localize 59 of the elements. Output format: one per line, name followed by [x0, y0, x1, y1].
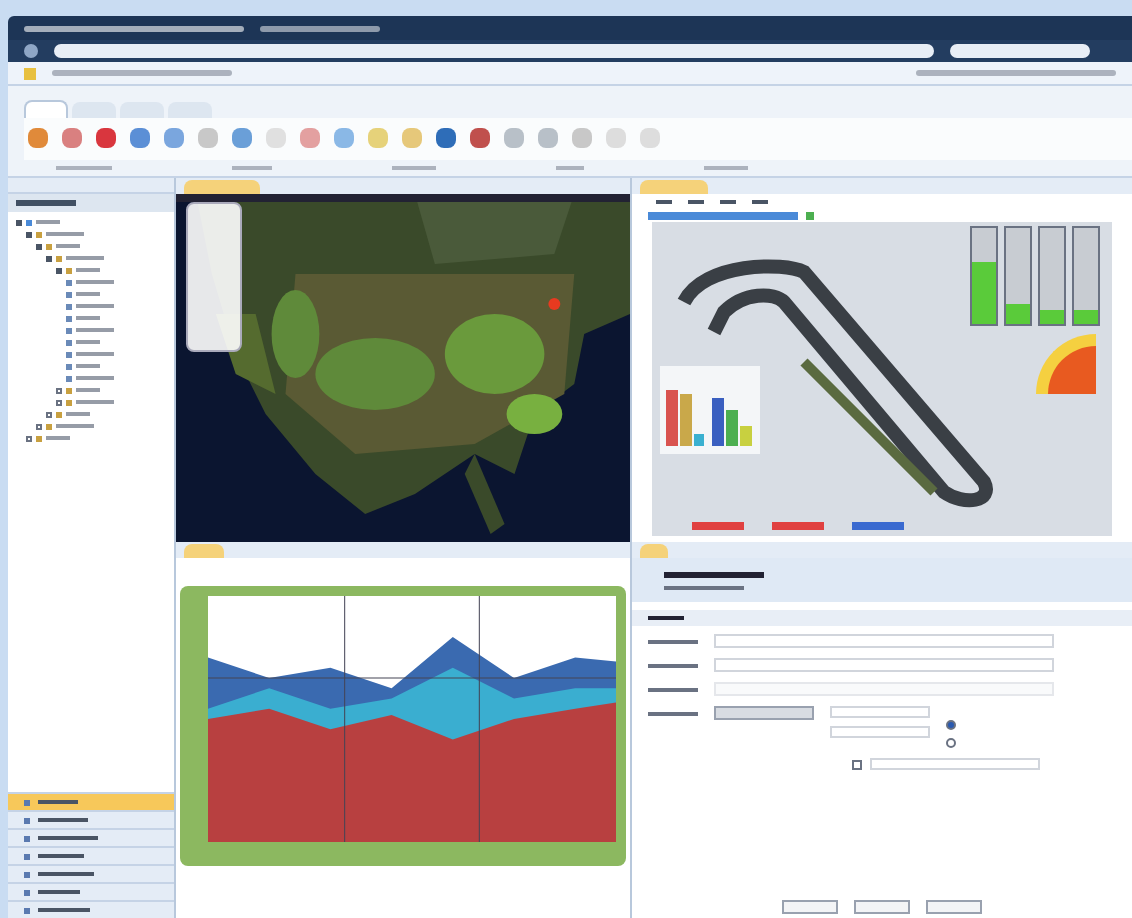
expand-icon[interactable]	[26, 435, 32, 441]
input-field[interactable]	[714, 682, 1054, 696]
toolbar-icon[interactable]	[164, 128, 184, 149]
blurred-text	[16, 200, 76, 206]
radio-button[interactable]	[946, 738, 956, 748]
ribbon-tab[interactable]	[24, 99, 68, 118]
readout-field	[852, 522, 904, 530]
checkbox[interactable]	[852, 759, 862, 769]
nav-item[interactable]	[8, 846, 174, 864]
dialog-button[interactable]	[926, 900, 982, 914]
nav-item[interactable]	[8, 828, 174, 846]
readout-field	[692, 522, 744, 530]
input-field[interactable]	[714, 658, 1054, 672]
back-icon[interactable]	[24, 44, 38, 58]
nav-item[interactable]	[8, 810, 174, 828]
expand-icon[interactable]	[36, 423, 42, 429]
expand-icon[interactable]	[46, 411, 52, 417]
collapse-icon[interactable]	[36, 243, 42, 249]
collapse-icon[interactable]	[16, 219, 22, 225]
radio-button[interactable]	[946, 720, 956, 730]
expand-icon[interactable]	[56, 399, 62, 405]
blurred-text	[392, 166, 436, 171]
toolbar-icon[interactable]	[96, 128, 116, 149]
search-field[interactable]	[950, 44, 1090, 58]
panel-tab[interactable]	[184, 544, 224, 558]
input-field[interactable]	[830, 706, 930, 718]
blurred-text	[56, 166, 112, 171]
toolbar-icon[interactable]	[28, 128, 48, 149]
toolbar-icon[interactable]	[62, 128, 82, 149]
dialog-button[interactable]	[782, 900, 838, 914]
dialog-button[interactable]	[854, 900, 910, 914]
nav-item[interactable]	[8, 882, 174, 900]
address-field[interactable]	[54, 44, 934, 58]
dropdown-field[interactable]	[648, 211, 798, 219]
expand-icon[interactable]	[56, 387, 62, 393]
panel-tab[interactable]	[640, 544, 668, 558]
toolbar-icon[interactable]	[232, 128, 252, 149]
blurred-text	[704, 166, 748, 171]
collapse-icon[interactable]	[26, 231, 32, 237]
dropdown-field[interactable]	[714, 706, 814, 720]
collapse-icon[interactable]	[56, 267, 62, 273]
input-field[interactable]	[830, 726, 930, 738]
map-control-panel[interactable]	[186, 202, 242, 352]
blurred-text	[556, 166, 584, 171]
nav-item[interactable]	[8, 864, 174, 882]
nav-item[interactable]	[8, 792, 174, 810]
toolbar-icon[interactable]	[470, 128, 490, 149]
blurred-text	[260, 25, 380, 31]
toolbar-icon[interactable]	[300, 128, 320, 149]
nav-item[interactable]	[8, 900, 174, 918]
dropdown-field[interactable]	[870, 758, 1040, 770]
blurred-text	[664, 571, 764, 577]
toolbar-icon[interactable]	[130, 128, 150, 149]
readout-field	[772, 522, 824, 530]
blurred-text	[232, 166, 272, 171]
toolbar-icon[interactable]	[436, 128, 456, 149]
bar-chart-drawing	[660, 366, 760, 454]
collapse-icon[interactable]	[46, 255, 52, 261]
input-field[interactable]	[714, 634, 1054, 648]
